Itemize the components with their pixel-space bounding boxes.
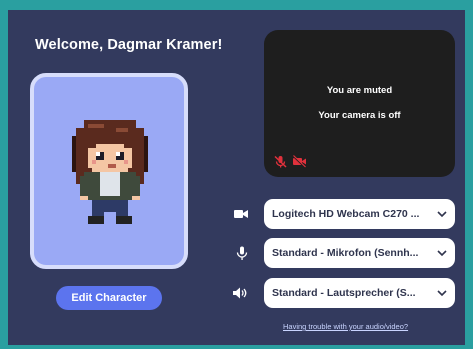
muted-status-text: You are muted (326, 85, 393, 96)
camera-off-icon (292, 155, 306, 168)
microphone-select[interactable]: Standard - Mikrofon (Sennh... (264, 238, 455, 268)
speaker-select[interactable]: Standard - Lautsprecher (S... (264, 278, 455, 308)
speaker-select-value: Standard - Lautsprecher (S... (272, 287, 416, 299)
chevron-down-icon (437, 290, 447, 297)
camera-select-value: Logitech HD Webcam C270 ... (272, 208, 420, 220)
avatar-character (72, 120, 148, 224)
microphone-icon (236, 246, 248, 260)
chevron-down-icon (437, 211, 447, 218)
avatar-card (30, 73, 188, 269)
edit-character-button[interactable]: Edit Character (56, 286, 162, 310)
lobby-panel: Welcome, Dagmar Kramer! Edit Character Y… (8, 10, 465, 345)
microphone-select-value: Standard - Mikrofon (Sennh... (272, 247, 419, 259)
video-preview: You are muted Your camera is off (264, 30, 455, 177)
camera-select[interactable]: Logitech HD Webcam C270 ... (264, 199, 455, 229)
app-frame: Welcome, Dagmar Kramer! Edit Character Y… (0, 0, 473, 349)
speaker-icon (233, 287, 247, 299)
video-camera-icon (234, 210, 248, 218)
microphone-muted-icon (274, 155, 287, 168)
av-help-link[interactable]: Having trouble with your audio/video? (283, 322, 408, 331)
chevron-down-icon (437, 250, 447, 257)
camera-status-text: Your camera is off (318, 110, 401, 121)
welcome-heading: Welcome, Dagmar Kramer! (35, 37, 223, 53)
preview-status-icons (274, 155, 307, 168)
